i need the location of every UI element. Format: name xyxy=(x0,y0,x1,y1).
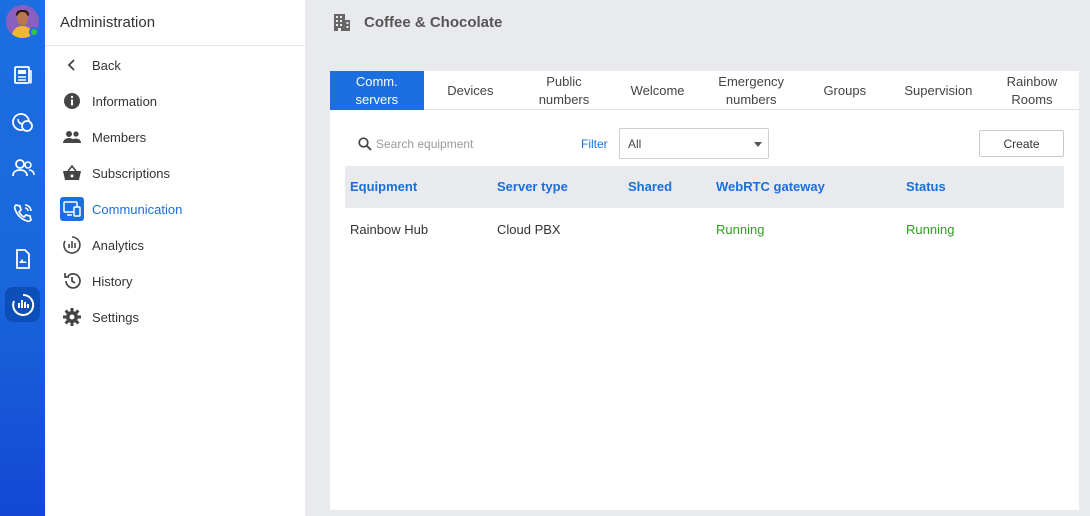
divider xyxy=(45,45,305,46)
tab-rainbow-rooms[interactable]: Rainbow Rooms xyxy=(985,71,1079,110)
nav-back[interactable]: Back xyxy=(60,52,300,78)
filter-value: All xyxy=(628,136,642,151)
basket-icon xyxy=(60,161,84,185)
nav-settings[interactable]: Settings xyxy=(60,304,300,330)
panel-title: Administration xyxy=(60,14,156,31)
cell-equipment: Rainbow Hub xyxy=(350,222,429,237)
app-rail xyxy=(0,0,45,516)
column-header-server-type[interactable]: Server type xyxy=(497,179,568,194)
files-icon[interactable] xyxy=(8,244,37,273)
news-icon[interactable] xyxy=(8,60,37,89)
nav-label: Back xyxy=(92,57,121,73)
tab-devices[interactable]: Devices xyxy=(424,71,518,110)
column-header-status[interactable]: Status xyxy=(906,179,946,194)
calls-icon[interactable] xyxy=(8,198,37,227)
column-header-equipment[interactable]: Equipment xyxy=(350,179,417,194)
cell-server-type: Cloud PBX xyxy=(497,222,561,237)
nav-members[interactable]: Members xyxy=(60,124,300,150)
tab-bar: Comm. servers Devices Public numbers Welco… xyxy=(330,71,1079,110)
nav-label: Settings xyxy=(92,309,139,325)
tab-welcome[interactable]: Welcome xyxy=(611,71,705,110)
nav-communication[interactable]: Communication xyxy=(60,196,300,222)
content-card: Comm. servers Devices Public numbers Welco… xyxy=(330,71,1079,510)
nav-subscriptions[interactable]: Subscriptions xyxy=(60,160,300,186)
nav-history[interactable]: History xyxy=(60,268,300,294)
table-row[interactable]: Rainbow Hub Cloud PBX Running Running xyxy=(345,208,1064,250)
chevron-left-icon xyxy=(60,53,84,77)
nav-information[interactable]: Information xyxy=(60,88,300,114)
tab-public-numbers[interactable]: Public numbers xyxy=(517,71,611,110)
search-input[interactable] xyxy=(376,134,526,154)
nav-analytics[interactable]: Analytics xyxy=(60,232,300,258)
company-title: Coffee & Chocolate xyxy=(364,14,503,31)
tab-supervision[interactable]: Supervision xyxy=(892,71,986,110)
tab-groups[interactable]: Groups xyxy=(798,71,892,110)
nav-label: Information xyxy=(92,93,158,109)
tab-emergency-numbers[interactable]: Emergency numbers xyxy=(704,71,798,110)
admin-analytics-icon[interactable] xyxy=(5,287,40,322)
nav-label: Communication xyxy=(92,201,183,217)
info-icon xyxy=(60,89,84,113)
admin-panel: Administration Back Information Members … xyxy=(45,0,305,516)
table-header: Equipment Server type Shared WebRTC gate… xyxy=(345,166,1064,208)
phone-chat-icon[interactable] xyxy=(8,107,37,136)
filter-label: Filter xyxy=(581,137,608,151)
cell-webrtc-gateway: Running xyxy=(716,222,765,237)
create-button[interactable]: Create xyxy=(979,130,1064,157)
caret-down-icon xyxy=(754,142,762,147)
column-header-webrtc-gateway[interactable]: WebRTC gateway xyxy=(716,179,825,194)
nav-label: Members xyxy=(92,129,147,145)
presence-online-icon xyxy=(29,27,39,37)
building-icon xyxy=(332,12,352,37)
column-header-shared[interactable]: Shared xyxy=(628,179,672,194)
contacts-icon[interactable] xyxy=(8,153,37,182)
nav-label: History xyxy=(92,273,133,289)
tab-comm-servers[interactable]: Comm. servers xyxy=(330,71,424,110)
nav-label: Subscriptions xyxy=(92,165,171,181)
filter-select[interactable]: All xyxy=(619,128,769,159)
nav-label: Analytics xyxy=(92,237,145,253)
history-icon xyxy=(60,269,84,293)
gear-icon xyxy=(60,305,84,329)
communication-icon xyxy=(60,197,84,221)
cell-status: Running xyxy=(906,222,955,237)
search-icon xyxy=(358,137,372,156)
members-icon xyxy=(60,125,84,149)
analytics-icon xyxy=(60,233,84,257)
